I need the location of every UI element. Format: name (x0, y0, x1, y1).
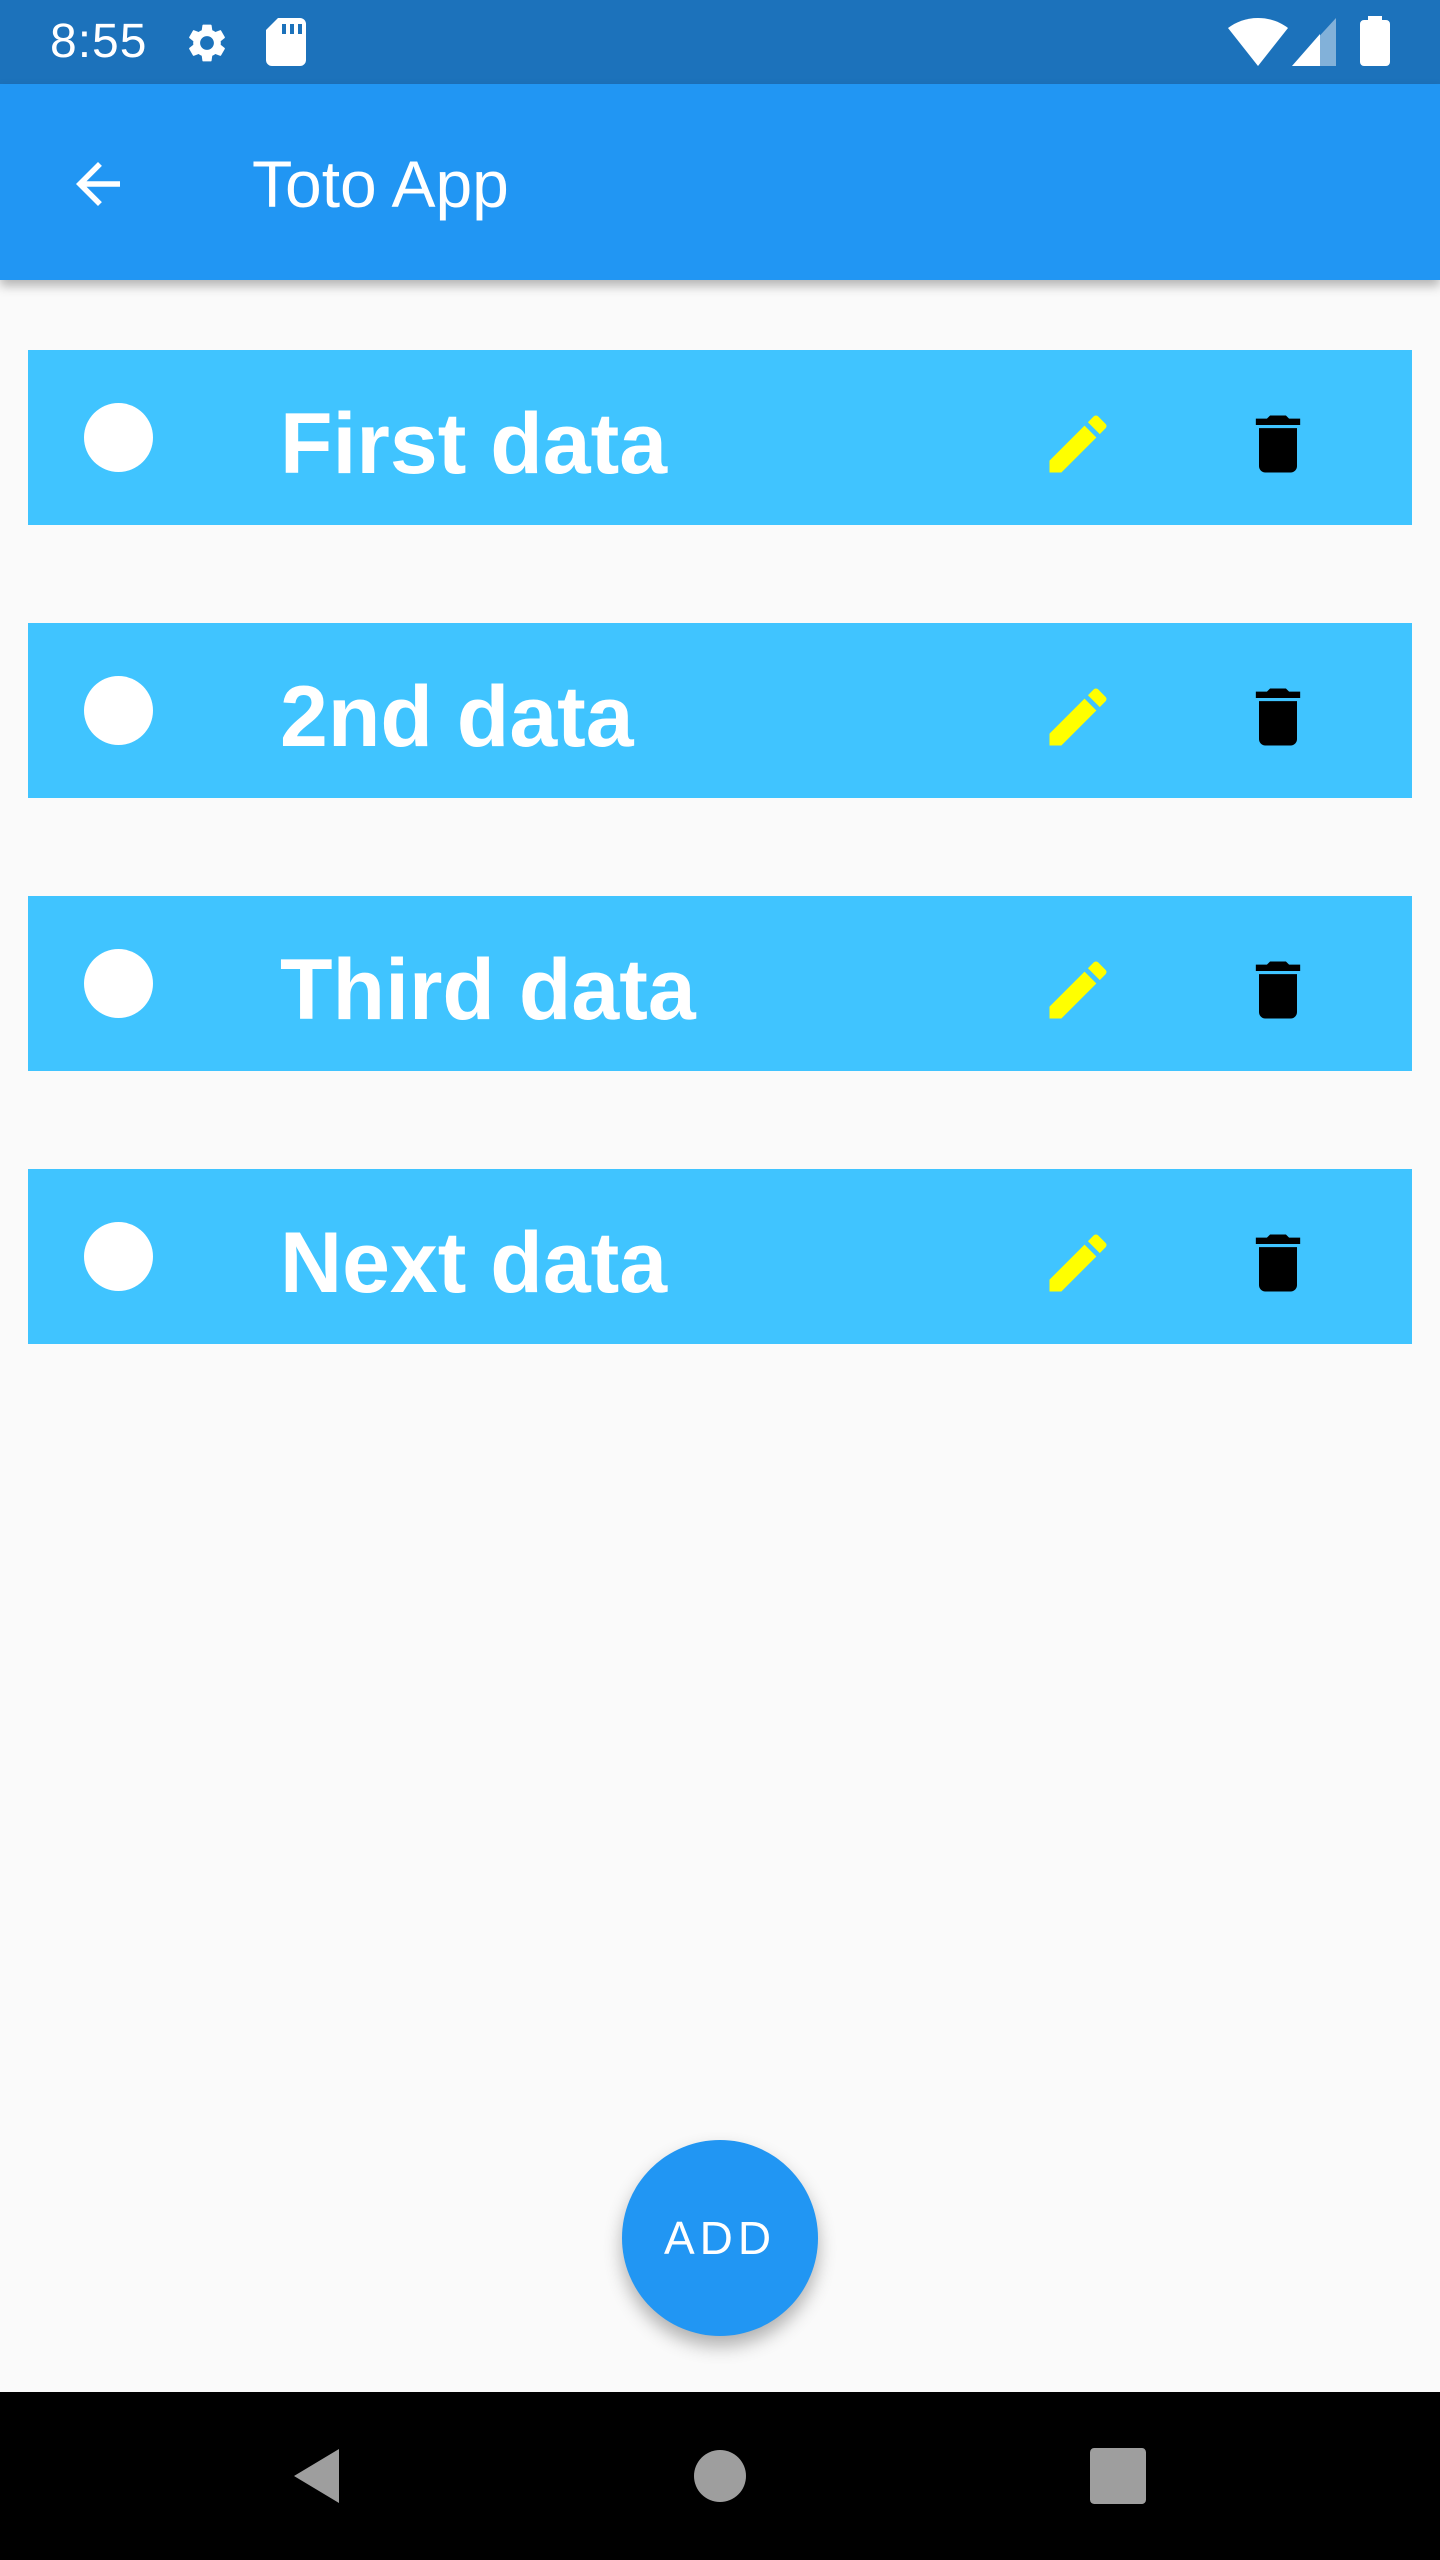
status-bar: 8:55 (0, 0, 1440, 84)
add-button-label: ADD (663, 2212, 777, 2264)
cell-signal-icon (1292, 18, 1336, 66)
wifi-icon (1228, 18, 1288, 66)
pencil-icon[interactable] (1040, 679, 1116, 755)
nav-recents-button[interactable] (1068, 2426, 1168, 2526)
pencil-icon[interactable] (1040, 406, 1116, 482)
pencil-icon[interactable] (1040, 1225, 1116, 1301)
list-item[interactable]: 2nd data (28, 623, 1412, 798)
home-circle-icon (694, 2450, 746, 2502)
list-item[interactable]: First data (28, 350, 1412, 525)
battery-icon (1360, 16, 1390, 66)
nav-back-button[interactable] (268, 2426, 368, 2526)
item-label: Third data (280, 942, 696, 1038)
status-time: 8:55 (50, 15, 148, 68)
list-item[interactable]: Next data (28, 1169, 1412, 1344)
arrow-back-icon (76, 162, 120, 206)
trash-icon[interactable] (1240, 406, 1316, 482)
item-checkbox[interactable] (84, 403, 153, 472)
sd-card-icon (266, 18, 306, 66)
todo-list: First data 2nd data Third data Next data (28, 350, 1412, 1442)
back-triangle-icon (294, 2449, 339, 2503)
item-label: Next data (280, 1215, 668, 1311)
list-item[interactable]: Third data (28, 896, 1412, 1071)
item-checkbox[interactable] (84, 1222, 153, 1291)
app-title: Toto App (252, 147, 509, 221)
item-label: 2nd data (280, 669, 634, 765)
recents-square-icon (1090, 2448, 1146, 2504)
pencil-icon[interactable] (1040, 952, 1116, 1028)
trash-icon[interactable] (1240, 952, 1316, 1028)
system-nav-bar (0, 2392, 1440, 2560)
settings-icon (189, 24, 225, 62)
add-button[interactable]: ADD (622, 2140, 818, 2336)
trash-icon[interactable] (1240, 1225, 1316, 1301)
nav-home-button[interactable] (670, 2426, 770, 2526)
back-button[interactable] (50, 136, 146, 232)
app-bar: Toto App (0, 84, 1440, 280)
trash-icon[interactable] (1240, 679, 1316, 755)
item-checkbox[interactable] (84, 676, 153, 745)
item-label: First data (280, 396, 668, 492)
item-checkbox[interactable] (84, 949, 153, 1018)
